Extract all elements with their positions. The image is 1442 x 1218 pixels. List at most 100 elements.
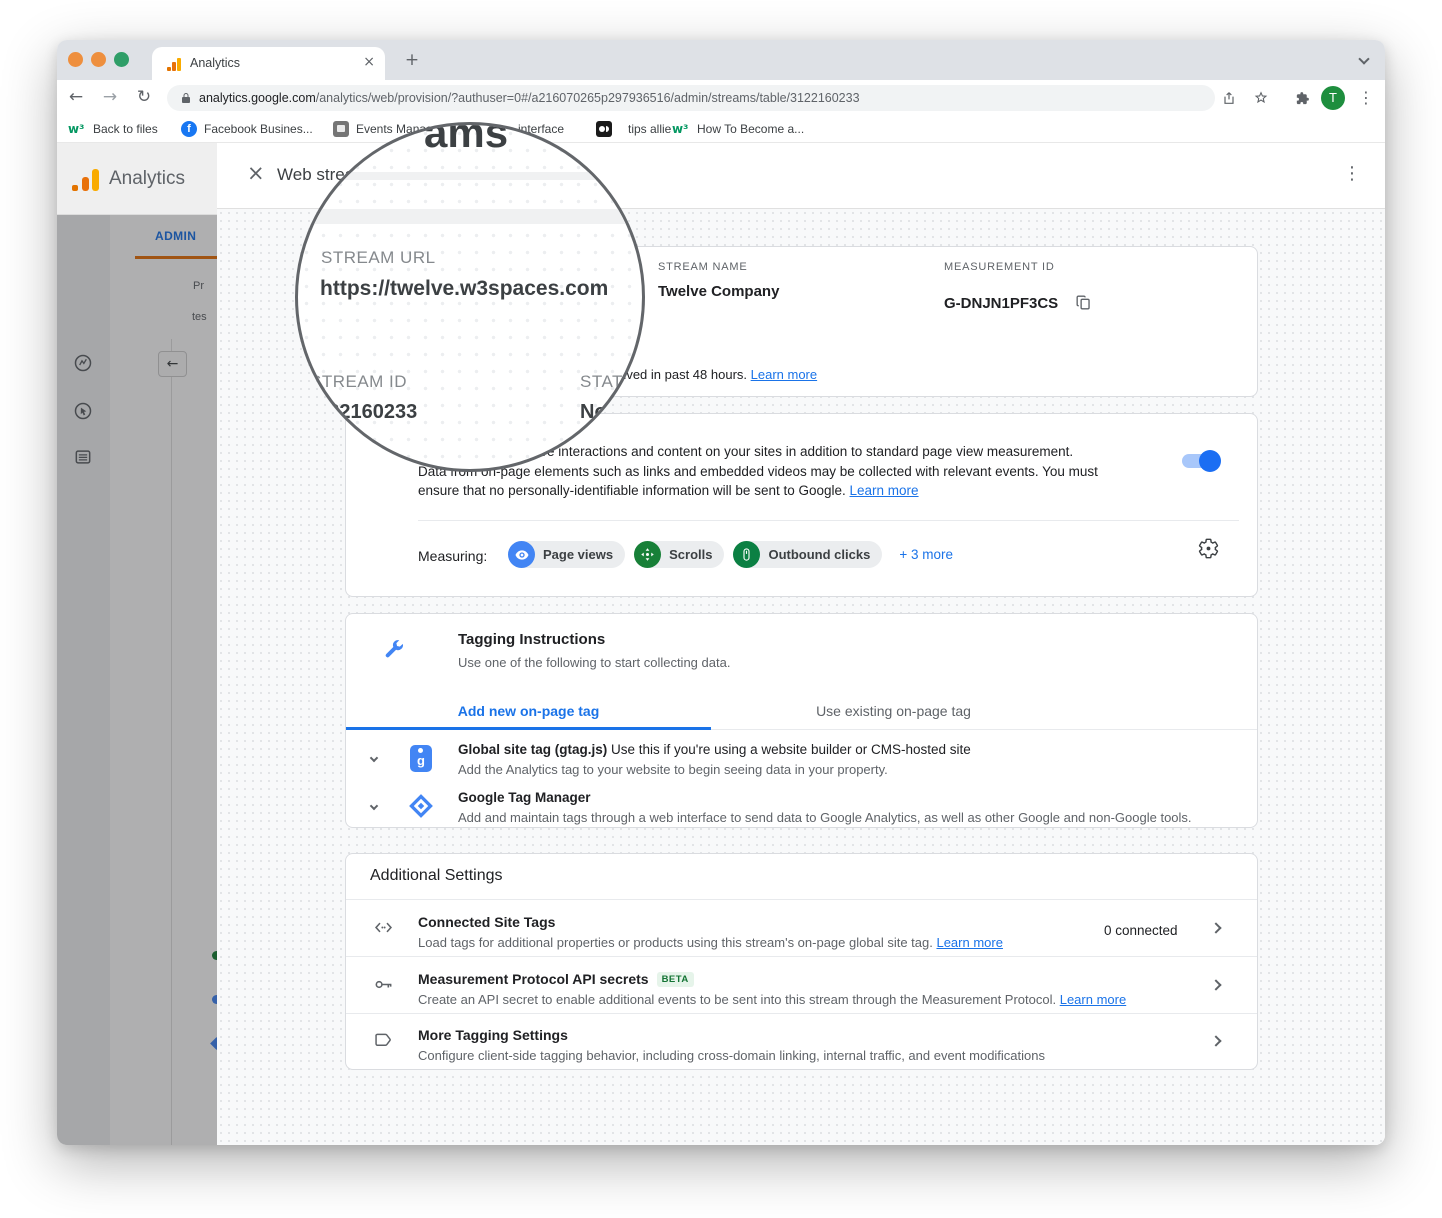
- stream-name-value: Twelve Company: [658, 283, 780, 300]
- tagging-instructions-card: Tagging Instructions Use one of the foll…: [345, 613, 1258, 828]
- bookmark-how-to-become[interactable]: How To Become a...: [697, 122, 804, 136]
- measuring-chips: Page views Scrolls Outbound clicks + 3 m…: [508, 541, 953, 568]
- wrench-icon: [385, 640, 403, 658]
- status-learn-more-link[interactable]: Learn more: [751, 367, 817, 382]
- panel-menu-kebab-icon[interactable]: ⋮: [1343, 163, 1361, 184]
- browser-window: Analytics × + ← → ↻ analytics.google.com…: [57, 40, 1385, 1145]
- gtm-expand-chevron-icon[interactable]: [369, 801, 379, 811]
- tips-allie-icon: [596, 121, 612, 137]
- stream-name-label: STREAM NAME: [658, 261, 748, 273]
- gtm-row-subtitle: Add and maintain tags through a web inte…: [458, 810, 1192, 825]
- browser-toolbar: ← → ↻ analytics.google.com/analytics/web…: [57, 80, 1385, 116]
- protocol-learn-more-link[interactable]: Learn more: [1060, 992, 1126, 1007]
- more-tagging-settings-title: More Tagging Settings: [418, 1027, 568, 1043]
- bookmark-back-to-files[interactable]: Back to files: [93, 122, 158, 136]
- page-views-eye-icon: [508, 541, 535, 568]
- window-control-minimize[interactable]: [91, 52, 106, 67]
- card-divider: [418, 520, 1239, 521]
- magnified-header-fragment: ams: [424, 122, 509, 156]
- magnified-divider: [298, 209, 642, 224]
- close-icon[interactable]: ×: [247, 161, 265, 185]
- measuring-label: Measuring:: [418, 548, 488, 564]
- measurement-settings-gear-icon[interactable]: [1197, 537, 1220, 560]
- more-measuring-link[interactable]: + 3 more: [899, 547, 953, 562]
- chip-outbound-clicks[interactable]: Outbound clicks: [733, 541, 883, 568]
- connected-learn-more-link[interactable]: Learn more: [936, 935, 1002, 950]
- card-divider: [346, 1013, 1257, 1014]
- gtag-expand-chevron-icon[interactable]: [369, 753, 379, 763]
- window-control-close[interactable]: [68, 52, 83, 67]
- magnified-stream-id-value: 3122160233: [306, 401, 418, 423]
- extensions-puzzle-icon[interactable]: [1294, 90, 1311, 107]
- reload-icon[interactable]: ↻: [133, 87, 155, 107]
- profile-avatar[interactable]: T: [1321, 86, 1345, 110]
- ga-brand: Analytics: [109, 168, 186, 189]
- enhanced-learn-more-link[interactable]: Learn more: [850, 483, 919, 498]
- google-tag-manager-icon: [409, 794, 433, 818]
- gtag-icon: g: [410, 745, 432, 772]
- card-divider: [346, 956, 1257, 957]
- window-control-zoom[interactable]: [114, 52, 129, 67]
- additional-settings-card: Additional Settings Connected Site Tags …: [345, 853, 1258, 1070]
- copy-icon[interactable]: [1074, 293, 1093, 312]
- tab-add-new-on-page-tag[interactable]: Add new on-page tag: [346, 694, 711, 730]
- chip-page-views[interactable]: Page views: [508, 541, 626, 568]
- measurement-protocol-subtitle: Create an API secret to enable additiona…: [418, 992, 1127, 1007]
- magnified-stream-id-label: STREAM ID: [310, 372, 408, 391]
- api-key-icon: [375, 980, 392, 989]
- connected-site-tags-subtitle: Load tags for additional properties or p…: [418, 935, 1003, 950]
- additional-settings-heading: Additional Settings: [370, 867, 503, 884]
- outbound-clicks-mouse-icon: [733, 541, 761, 568]
- forward-icon[interactable]: →: [99, 87, 121, 107]
- browser-menu-kebab-icon[interactable]: ⋮: [1358, 88, 1374, 107]
- tagging-tabs: Add new on-page tag Use existing on-page…: [346, 694, 1257, 730]
- chip-scrolls[interactable]: Scrolls: [634, 541, 725, 568]
- gtag-row-title[interactable]: Global site tag (gtag.js) Use this if yo…: [458, 742, 971, 757]
- connected-count: 0 connected: [1104, 923, 1178, 938]
- share-icon[interactable]: [1221, 90, 1237, 106]
- ga-logo-icon: [72, 165, 100, 193]
- tagging-settings-label-icon: [375, 1033, 391, 1046]
- bookmark-tips-allie[interactable]: tips allie: [628, 122, 671, 136]
- lock-icon: [182, 93, 190, 103]
- w3schools-icon: w³: [68, 122, 85, 136]
- card-divider: [346, 899, 1257, 900]
- tab-use-existing-on-page-tag[interactable]: Use existing on-page tag: [711, 694, 1076, 730]
- ga-top-bar: Analytics: [57, 143, 217, 215]
- row-chevron-right-icon[interactable]: [1210, 922, 1222, 934]
- row-chevron-right-icon[interactable]: [1210, 979, 1222, 991]
- row-chevron-right-icon[interactable]: [1210, 1035, 1222, 1047]
- url-text: analytics.google.com/analytics/web/provi…: [199, 91, 860, 105]
- scrolls-icon: [634, 541, 662, 568]
- tab-search-chevron-icon[interactable]: [1358, 53, 1370, 65]
- new-tab-button[interactable]: +: [401, 49, 423, 71]
- connected-tags-code-icon: [375, 922, 392, 933]
- bookmarks-bar: w³ Back to files f Facebook Busines... E…: [57, 116, 1385, 143]
- tagging-subtitle: Use one of the following to start collec…: [458, 655, 731, 670]
- measurement-id-value: G-DNJN1PF3CS: [944, 295, 1059, 312]
- beta-badge: BETA: [656, 972, 694, 987]
- magnified-status-value: No data received in past 48 hours.: [580, 401, 643, 423]
- gtm-row-title[interactable]: Google Tag Manager: [458, 790, 591, 805]
- bookmark-facebook-business[interactable]: Facebook Busines...: [204, 122, 313, 136]
- bookmark-star-icon[interactable]: [1253, 90, 1269, 106]
- magnified-divider: [298, 172, 642, 180]
- tab-analytics[interactable]: Analytics ×: [152, 47, 385, 80]
- toggle-thumb: [1199, 450, 1221, 472]
- tab-strip: Analytics × +: [57, 40, 1385, 80]
- back-icon[interactable]: ←: [65, 87, 87, 107]
- gtag-row-subtitle: Add the Analytics tag to your website to…: [458, 762, 888, 777]
- magnified-stream-url-value: https://twelve.w3spaces.com: [320, 277, 609, 300]
- tab-close-icon[interactable]: ×: [363, 54, 375, 70]
- magnifier-overlay: ams STREAM URL https://twelve.w3spaces.c…: [295, 122, 645, 472]
- enhanced-measurement-toggle[interactable]: [1182, 450, 1221, 472]
- measurement-id-label: MEASUREMENT ID: [944, 261, 1055, 273]
- url-bar[interactable]: analytics.google.com/analytics/web/provi…: [167, 85, 1215, 111]
- events-manager-icon: [333, 121, 349, 137]
- more-tagging-settings-subtitle: Configure client-side tagging behavior, …: [418, 1048, 1045, 1063]
- ga-favicon: [166, 56, 182, 72]
- measurement-protocol-title: Measurement Protocol API secrets BETA: [418, 971, 694, 987]
- magnified-stream-url-label: STREAM URL: [321, 248, 436, 267]
- modal-scrim: [57, 215, 217, 1145]
- active-tab-underline: [346, 727, 711, 730]
